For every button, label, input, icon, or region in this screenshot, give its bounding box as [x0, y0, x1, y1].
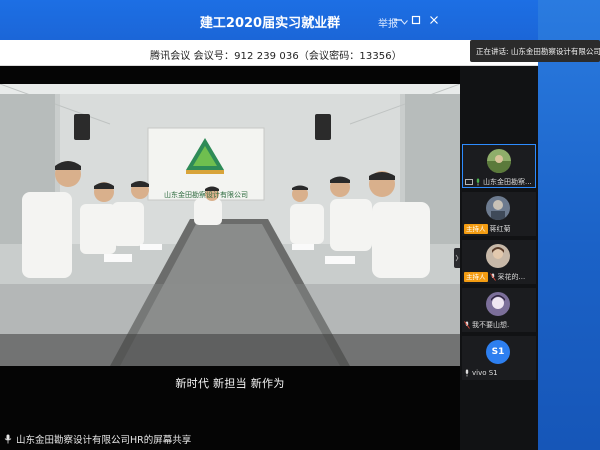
participant-avatar: [487, 149, 511, 173]
screen-share-label: 山东金田勘察设计有限公司HR的屏幕共享: [4, 432, 191, 446]
participant-avatar: [486, 292, 510, 316]
microphone-icon: [465, 369, 469, 377]
maximize-icon[interactable]: [410, 14, 422, 26]
participant-card[interactable]: 山东金田勘察...: [462, 144, 536, 188]
participant-card[interactable]: 我不要山想.: [462, 288, 536, 332]
participant-name: 蒋红菊: [489, 225, 511, 233]
screen-share-icon: [465, 178, 473, 185]
meeting-window: 建工2020届实习就业群 举报 腾讯会议 会议号：912 239 036（会议密…: [0, 0, 538, 450]
participant-avatar: [486, 244, 510, 268]
video-subtitle: 新时代 新担当 新作为: [175, 377, 285, 390]
host-badge: 主持人: [464, 224, 488, 234]
participant-meta: 山东金田勘察...: [465, 176, 535, 187]
minimize-icon[interactable]: [392, 14, 404, 26]
chevron-right-icon: [455, 254, 459, 262]
participant-card[interactable]: 主持人 采花的...: [462, 240, 536, 284]
microphone-icon: [476, 178, 480, 186]
participant-name: 采花的...: [497, 273, 526, 281]
microphone-icon: [4, 434, 12, 444]
edit-icon[interactable]: [304, 14, 316, 26]
participant-card[interactable]: 主持人 蒋红菊: [462, 192, 536, 236]
panel-collapse-handle[interactable]: [454, 248, 460, 268]
participant-meta: 主持人 采花的...: [464, 271, 536, 283]
participant-meta: vivo S1: [464, 367, 536, 379]
meeting-info-bar: 腾讯会议 会议号：912 239 036（会议密码：13356）: [0, 40, 538, 66]
window-title: 建工2020届实习就业群: [199, 16, 341, 31]
participant-initials: S1: [491, 347, 505, 357]
participant-name: 山东金田勘察...: [483, 178, 532, 186]
close-icon[interactable]: [428, 14, 440, 26]
microphone-off-icon: [489, 273, 496, 281]
participant-panel: 山东金田勘察... 主持人 蒋红菊 主持人 采花的... 我不要山想. S1 v…: [454, 66, 538, 450]
participant-name: 我不要山想.: [472, 321, 510, 329]
participant-card[interactable]: S1 vivo S1: [462, 336, 536, 380]
shared-video: 山东金田勘察设计有限公司: [0, 84, 460, 366]
participant-avatar: S1: [486, 340, 510, 364]
board-text: 山东金田勘察设计有限公司: [164, 191, 248, 199]
participant-meta: 主持人 蒋红菊: [464, 223, 536, 235]
participant-meta: 我不要山想.: [464, 319, 536, 331]
microphone-off-icon: [464, 321, 470, 329]
meeting-info: 腾讯会议 会议号：912 239 036（会议密码：13356）: [150, 51, 402, 62]
host-badge: 主持人: [464, 272, 488, 282]
share-label-text: 山东金田勘察设计有限公司HR的屏幕共享: [16, 435, 192, 446]
participant-avatar: [486, 196, 510, 220]
speaking-indicator: 正在讲话: 山东金田勘察设计有限公司HR;: [470, 40, 600, 62]
participant-name: vivo S1: [472, 369, 498, 377]
title-bar: 建工2020届实习就业群 举报: [0, 0, 538, 40]
